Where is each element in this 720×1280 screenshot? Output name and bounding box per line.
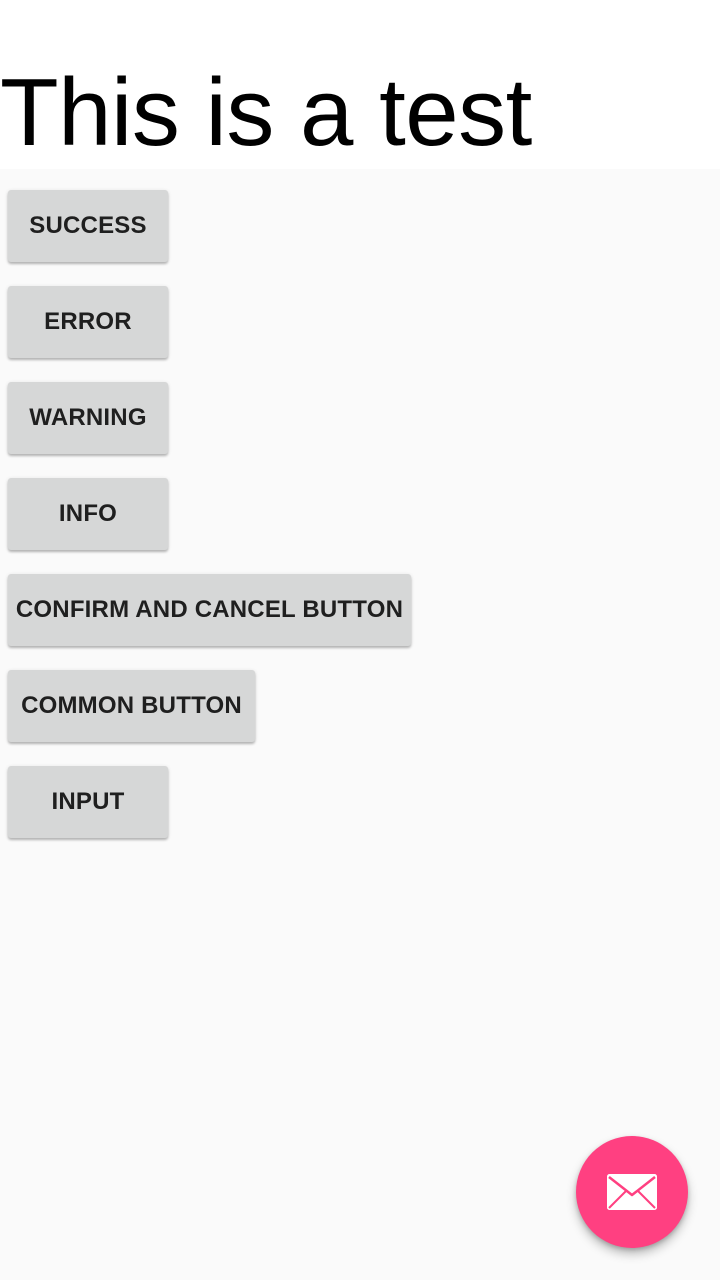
error-button[interactable]: ERROR xyxy=(8,286,168,358)
page-title: This is a test xyxy=(0,59,532,166)
header: This is a test xyxy=(0,0,720,169)
confirm-and-cancel-button[interactable]: CONFIRM AND CANCEL BUTTON xyxy=(8,574,411,646)
warning-button[interactable]: WARNING xyxy=(8,382,168,454)
email-icon xyxy=(607,1174,657,1210)
success-button[interactable]: SUCCESS xyxy=(8,190,168,262)
email-fab-button[interactable] xyxy=(576,1136,688,1248)
info-button[interactable]: INFO xyxy=(8,478,168,550)
common-button[interactable]: COMMON BUTTON xyxy=(8,670,255,742)
input-button[interactable]: INPUT xyxy=(8,766,168,838)
